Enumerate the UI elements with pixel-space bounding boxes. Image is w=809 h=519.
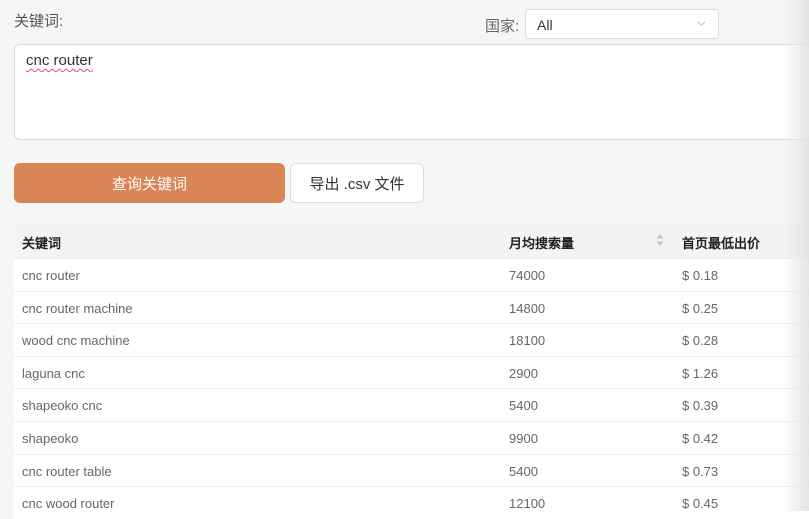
chevron-down-icon [697, 21, 706, 26]
table-row: shapeoko 9900 $ 0.42 [14, 420, 809, 454]
keywords-textarea[interactable]: cnc router [14, 44, 809, 140]
table-header: 关键词 月均搜索量 首页最低出价 [14, 222, 809, 258]
sort-icon[interactable] [655, 232, 665, 248]
keywords-textarea-value: cnc router [26, 52, 93, 69]
query-keywords-button[interactable]: 查询关键词 [14, 163, 285, 203]
header-min-bid: 首页最低出价 [682, 236, 761, 251]
header-keyword: 关键词 [22, 236, 62, 251]
header-monthly-searches[interactable]: 月均搜索量 [509, 233, 574, 252]
country-label: 国家: [485, 18, 520, 35]
table-row: cnc router machine 14800 $ 0.25 [14, 290, 809, 324]
cell-monthly-searches: 74000 [509, 268, 546, 283]
export-csv-button-label: 导出 .csv 文件 [309, 175, 405, 193]
table-row: laguna cnc 2900 $ 1.26 [14, 355, 809, 389]
cell-keyword: cnc wood router [22, 496, 115, 512]
cell-keyword: shapeoko cnc [22, 398, 103, 414]
table-row: cnc wood router 12100 $ 0.45 [14, 486, 809, 519]
cell-monthly-searches: 5400 [509, 463, 538, 479]
table-row: wood cnc machine 18100 $ 0.28 [14, 323, 809, 356]
cell-min-bid: $ 0.18 [682, 268, 719, 283]
cell-min-bid: $ 0.25 [682, 300, 719, 316]
cell-keyword: shapeoko [22, 430, 79, 446]
country-select-value: All [537, 17, 553, 33]
table-row: cnc router 74000 $ 0.18 [14, 258, 809, 291]
cell-monthly-searches: 18100 [509, 333, 546, 349]
keyword-table: 关键词 月均搜索量 首页最低出价 cnc router 74000 $ 0.18… [14, 222, 809, 519]
cell-monthly-searches: 12100 [509, 496, 546, 512]
cell-min-bid: $ 0.28 [682, 333, 719, 349]
cell-keyword: cnc router table [22, 463, 112, 479]
table-row: cnc router table 5400 $ 0.73 [14, 453, 809, 487]
cell-min-bid: $ 1.26 [682, 365, 719, 381]
table-row: shapeoko cnc 5400 $ 0.39 [14, 388, 809, 421]
cell-keyword: cnc router machine [22, 300, 133, 316]
cell-min-bid: $ 0.42 [682, 430, 719, 446]
country-select[interactable]: All [525, 9, 719, 39]
cell-monthly-searches: 14800 [509, 300, 546, 316]
keywords-label: 关键词: [14, 13, 64, 30]
cell-keyword: laguna cnc [22, 365, 85, 381]
cell-min-bid: $ 0.45 [682, 496, 719, 512]
cell-monthly-searches: 5400 [509, 398, 538, 414]
cell-min-bid: $ 0.39 [682, 398, 719, 414]
cell-monthly-searches: 9900 [509, 430, 538, 446]
cell-monthly-searches: 2900 [509, 365, 538, 381]
cell-keyword: cnc router [22, 268, 80, 283]
query-keywords-button-label: 查询关键词 [111, 175, 187, 193]
cell-min-bid: $ 0.73 [682, 463, 719, 479]
cell-keyword: wood cnc machine [22, 333, 130, 349]
export-csv-button[interactable]: 导出 .csv 文件 [290, 163, 424, 203]
